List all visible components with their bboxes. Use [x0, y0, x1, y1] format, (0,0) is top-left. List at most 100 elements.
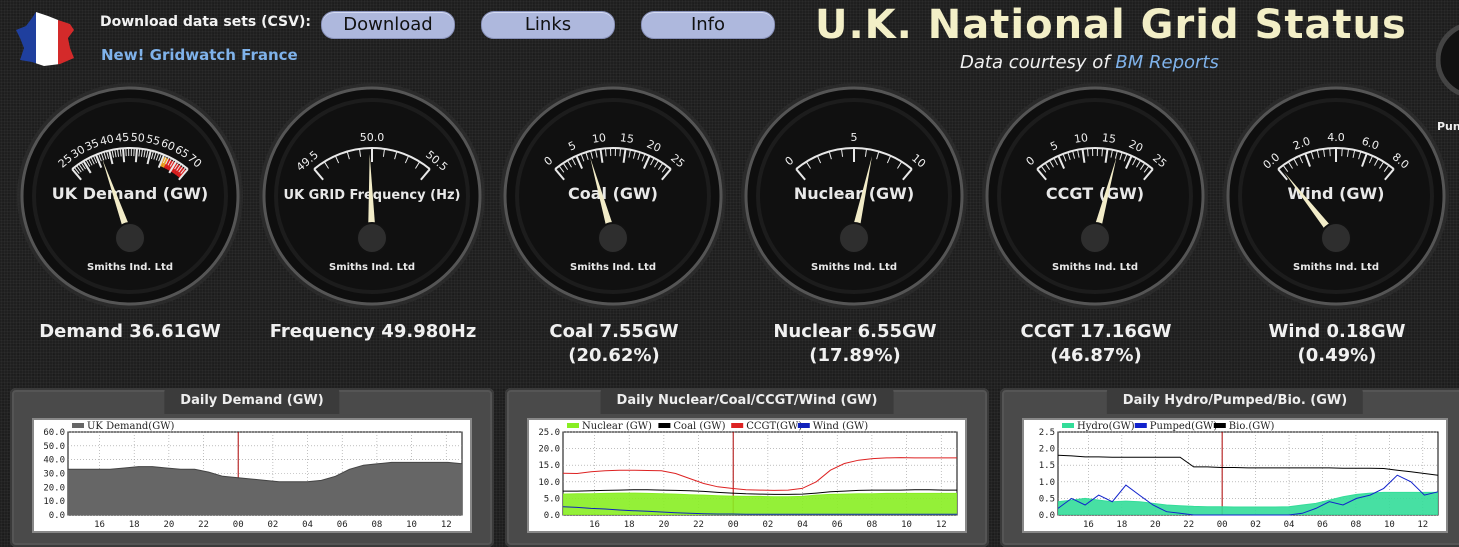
gauge-tick-label: 45 — [115, 131, 130, 145]
chart-x-tick-label: 18 — [129, 520, 140, 530]
chart-y-tick-label: 5.0 — [544, 494, 560, 504]
chart-x-tick-label: 00 — [1217, 520, 1228, 530]
links-button[interactable]: Links — [481, 11, 615, 39]
chart-legend-swatch — [731, 423, 744, 428]
gauge-tick-label: 15 — [1101, 131, 1117, 146]
chart-y-tick-label: 10.0 — [43, 497, 65, 507]
gauge-label: UK Demand (GW) — [52, 184, 208, 203]
courtesy-prefix: Data courtesy of — [960, 52, 1110, 73]
chart-y-tick-label: 50.0 — [43, 442, 65, 452]
chart-x-tick-label: 02 — [267, 520, 278, 530]
panel-daily-hydro: Daily Hydro/Pumped/Bio. (GW) 0.0 0.5 1.0 1.… — [1000, 388, 1459, 547]
chart-legend-swatch — [72, 423, 84, 428]
chart-y-tick-label: 60.0 — [43, 428, 65, 438]
gauge-wind: 0.0 2.0 4.0 6.0 8.0 Wind (GW) Smiths Ind. Ltd — [1220, 80, 1452, 312]
readout-percent: (46.87%) — [1050, 345, 1142, 366]
gauge-hub — [838, 222, 870, 254]
gauge-major-tick — [134, 148, 138, 163]
chart-x-tick-label: 12 — [1417, 520, 1428, 530]
gauge-dial: 25303540 45 50 55606570UK Demand (GW)Smiths… — [17, 83, 243, 309]
readout-nuclear: Nuclear 6.55GW (17.89%) — [735, 320, 975, 368]
info-button[interactable]: Info — [641, 11, 775, 39]
france-flag-icon[interactable] — [14, 10, 80, 68]
chart-x-tick-label: 20 — [658, 520, 669, 530]
page-title: U.K. National Grid Status — [815, 2, 1407, 48]
readout-wind: Wind 0.18GW (0.49%) — [1217, 320, 1457, 368]
gauge-label: CCGT (GW) — [1046, 184, 1144, 203]
chart-x-tick-label: 08 — [1350, 520, 1361, 530]
chart-x-tick-label: 00 — [233, 520, 244, 530]
chart-x-tick-label: 16 — [589, 520, 600, 530]
gauge-demand: 25 30 35 40 45 50 55 60 65 70 UK Demand (GW) Smiths… — [14, 80, 246, 312]
chart-y-tick-label: 20.0 — [538, 445, 560, 455]
readout-line: Coal 7.55GW — [549, 321, 679, 342]
chart-daily-hydro: 0.0 0.5 1.0 1.5 2.0 2.5 16 18 20 22 00 02 04 06 08 10 12… — [1022, 418, 1448, 533]
chart-y-tick-label: 1.0 — [1039, 478, 1055, 488]
readout-frequency: Frequency 49.980Hz — [253, 320, 493, 344]
gauge-tick-label: 15 — [619, 131, 635, 146]
chart-x-tick-label: 16 — [94, 520, 105, 530]
gauge-hub — [1079, 222, 1111, 254]
chart-y-tick-label: 0.0 — [544, 511, 560, 521]
chart-y-tick-label: 1.5 — [1039, 461, 1055, 471]
gauge-dial: 0510Nuclear (GW)Smiths Ind. Ltd — [741, 83, 967, 309]
download-button[interactable]: Download — [321, 11, 455, 39]
chart-x-tick-label: 06 — [1317, 520, 1328, 530]
readout-line: Frequency 49.980Hz — [269, 321, 477, 342]
chart-legend-label: Wind (GW) — [813, 421, 868, 432]
chart-x-tick-label: 02 — [1250, 520, 1261, 530]
gauge-frequency: 49.5 50.0 50.5 UK GRID Frequency (Hz) Smiths… — [256, 80, 488, 312]
gauge-minor-tick — [1086, 148, 1089, 157]
readout-percent: (0.49%) — [1297, 345, 1377, 366]
chart-x-tick-label: 04 — [797, 520, 808, 530]
readout-line: CCGT 17.16GW — [1020, 321, 1172, 342]
readout-line: Demand 36.61GW — [39, 321, 221, 342]
chart-legend-label: CCGT(GW) — [746, 421, 802, 432]
chart-x-tick-label: 04 — [302, 520, 313, 530]
side-gauge-label: Pun — [1437, 120, 1459, 133]
gauge-maker: Smiths Ind. Ltd — [87, 262, 173, 273]
gauge-dial: 49.550.050.5UK GRID Frequency (Hz)Smiths… — [259, 83, 485, 309]
chart-x-tick-label: 04 — [1284, 520, 1295, 530]
chart-legend-swatch — [1213, 423, 1226, 428]
bm-reports-link[interactable]: BM Reports — [1115, 52, 1218, 73]
chart-y-tick-label: 10.0 — [538, 478, 560, 488]
chart-daily-demand: 0.0 10.0 20.0 30.0 40.0 50.0 60.0 16 18 20 22 00 02 0… — [32, 418, 472, 533]
chart-legend-swatch — [797, 423, 810, 428]
chart-x-tick-label: 22 — [693, 520, 704, 530]
gauge-label: Nuclear (GW) — [794, 184, 914, 203]
chart-x-tick-label: 18 — [1116, 520, 1127, 530]
chart-y-tick-label: 0.0 — [1039, 511, 1055, 521]
gauge-dial: 0510 15 2025CCGT (GW)Smiths Ind. Ltd — [982, 83, 1208, 309]
chart-x-tick-label: 22 — [198, 520, 209, 530]
readout-line: Nuclear 6.55GW — [773, 321, 937, 342]
gauge-label: Coal (GW) — [568, 184, 658, 203]
chart-y-tick-label: 2.5 — [1039, 428, 1055, 438]
chart-svg: 0.0 10.0 20.0 30.0 40.0 50.0 60.0 16 18 20 22 00 02 0… — [43, 421, 463, 530]
gridwatch-france-link[interactable]: New! Gridwatch France — [101, 46, 298, 64]
gauge-hub — [356, 222, 388, 254]
chart-svg: 0.0 0.5 1.0 1.5 2.0 2.5 16 18 20 22 00 02 04 06 08 10 12… — [1039, 421, 1439, 530]
gauge-maker: Smiths Ind. Ltd — [329, 262, 415, 273]
chart-x-tick-label: 12 — [441, 520, 452, 530]
chart-x-tick-label: 18 — [624, 520, 635, 530]
gauge-tick-label: 4.0 — [1327, 131, 1345, 144]
gauge-dial: 0.02.0 4.0 6.08.0Wind (GW)Smiths Ind. Ltd — [1223, 83, 1449, 309]
chart-x-tick-label: 00 — [728, 520, 739, 530]
chart-legend-label: Bio.(GW) — [1229, 421, 1275, 432]
gauge-tick-label: 10 — [591, 131, 607, 146]
chart-y-tick-label: 20.0 — [43, 483, 65, 493]
gauge-hub — [114, 222, 146, 254]
gauge-tick-label: 5 — [851, 131, 858, 144]
chart-y-tick-label: 0.5 — [1039, 494, 1055, 504]
chart-legend-swatch — [567, 423, 579, 428]
gauge-hub — [1320, 222, 1352, 254]
chart-x-tick-label: 22 — [1183, 520, 1194, 530]
chart-y-tick-label: 25.0 — [538, 428, 560, 438]
chart-svg: 0.0 5.0 10.0 15.0 20.0 25.0 16 18 20 22 00 02 04 06 08… — [538, 421, 958, 530]
gauge-minor-tick — [1101, 148, 1104, 157]
chart-y-tick-label: 2.0 — [1039, 445, 1055, 455]
gauge-minor-tick — [1341, 148, 1343, 157]
chart-legend-swatch — [1062, 423, 1074, 428]
chart-x-tick-label: 20 — [1150, 520, 1161, 530]
